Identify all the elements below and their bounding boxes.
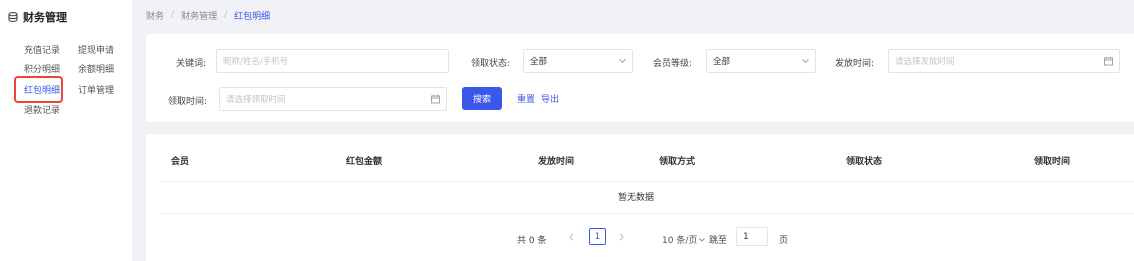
breadcrumb: 财务 / 财务管理 / 红包明细: [146, 8, 270, 22]
prev-page-button[interactable]: [563, 229, 579, 245]
receive-status-select[interactable]: 全部: [523, 49, 633, 73]
sidebar-item-balance-details[interactable]: 余额明细: [78, 62, 114, 75]
keyword-placeholder: 昵称/姓名/手机号: [223, 57, 289, 67]
column-header-receive-method: 领取方式: [659, 157, 696, 167]
database-icon: [8, 12, 18, 22]
page-size-select[interactable]: 10 条/页: [662, 233, 706, 246]
reset-button[interactable]: 重置: [517, 92, 535, 105]
send-time-picker[interactable]: 请选择发放时间: [888, 49, 1120, 73]
chevron-right-icon: [619, 233, 624, 241]
jump-page-input[interactable]: 1: [736, 227, 768, 246]
chevron-left-icon: [568, 233, 573, 241]
chevron-down-icon: [699, 237, 706, 242]
send-time-placeholder: 请选择发放时间: [895, 57, 955, 67]
keyword-input[interactable]: 昵称/姓名/手机号: [216, 49, 449, 73]
column-header-red-packet-amount: 红包金额: [346, 157, 383, 167]
active-item-highlight: [14, 76, 63, 103]
receive-status-label: 领取状态:: [471, 59, 511, 69]
calendar-icon: [1104, 56, 1113, 66]
calendar-icon: [431, 94, 440, 104]
page-size-value: 10 条/页: [662, 236, 698, 246]
member-level-select[interactable]: 全部: [706, 49, 816, 73]
receive-time-label: 领取时间:: [168, 97, 208, 107]
chevron-down-icon: [802, 58, 809, 64]
breadcrumb-separator: /: [171, 10, 175, 20]
sidebar-item-recharge-records[interactable]: 充值记录: [24, 43, 60, 56]
search-button[interactable]: 搜索: [462, 87, 502, 110]
receive-time-picker[interactable]: 请选择领取时间: [219, 87, 447, 111]
row-divider: [160, 213, 1134, 214]
jump-label: 跳至: [709, 236, 728, 246]
column-header-receive-status: 领取状态: [846, 157, 883, 167]
page-number-current[interactable]: 1: [589, 228, 606, 245]
chevron-down-icon: [619, 58, 626, 64]
pagination-total: 共 0 条: [517, 236, 547, 246]
breadcrumb-item-finance-management[interactable]: 财务管理: [181, 9, 217, 22]
data-table: 会员 红包金额 发放时间 领取方式 领取状态 领取时间 暂无数据 共 0 条 1…: [146, 134, 1134, 261]
keyword-label: 关键词:: [176, 59, 207, 69]
breadcrumb-separator: /: [224, 10, 228, 20]
sidebar-header: 财务管理: [8, 8, 67, 26]
receive-time-placeholder: 请选择领取时间: [226, 95, 286, 105]
empty-state-text: 暂无数据: [618, 193, 655, 203]
member-level-label: 会员等级:: [653, 59, 693, 69]
export-button[interactable]: 导出: [541, 92, 559, 105]
receive-status-value: 全部: [530, 57, 548, 67]
send-time-label: 发放时间:: [835, 59, 875, 69]
sidebar-title: 财务管理: [23, 11, 67, 24]
sidebar: 财务管理 充值记录 提现申请 积分明细 余额明细 红包明细 订单管理 退款记录: [0, 0, 132, 261]
sidebar-item-withdrawal-requests[interactable]: 提现申请: [78, 43, 114, 56]
next-page-button[interactable]: [613, 229, 629, 245]
column-header-member: 会员: [171, 157, 190, 167]
page-unit-label: 页: [779, 236, 789, 246]
header-divider: [160, 181, 1134, 182]
sidebar-item-order-management[interactable]: 订单管理: [78, 83, 114, 96]
breadcrumb-item-finance[interactable]: 财务: [146, 9, 164, 22]
column-header-receive-time: 领取时间: [1034, 157, 1071, 167]
breadcrumb-item-current: 红包明细: [234, 11, 271, 22]
sidebar-item-refund-records[interactable]: 退款记录: [24, 103, 60, 116]
column-header-send-time: 发放时间: [538, 157, 575, 167]
filter-panel: 关键词: 昵称/姓名/手机号 领取状态: 全部 会员等级: 全部 发放时间: 请…: [146, 34, 1134, 122]
sidebar-item-points-details[interactable]: 积分明细: [24, 62, 60, 75]
member-level-value: 全部: [713, 57, 731, 67]
